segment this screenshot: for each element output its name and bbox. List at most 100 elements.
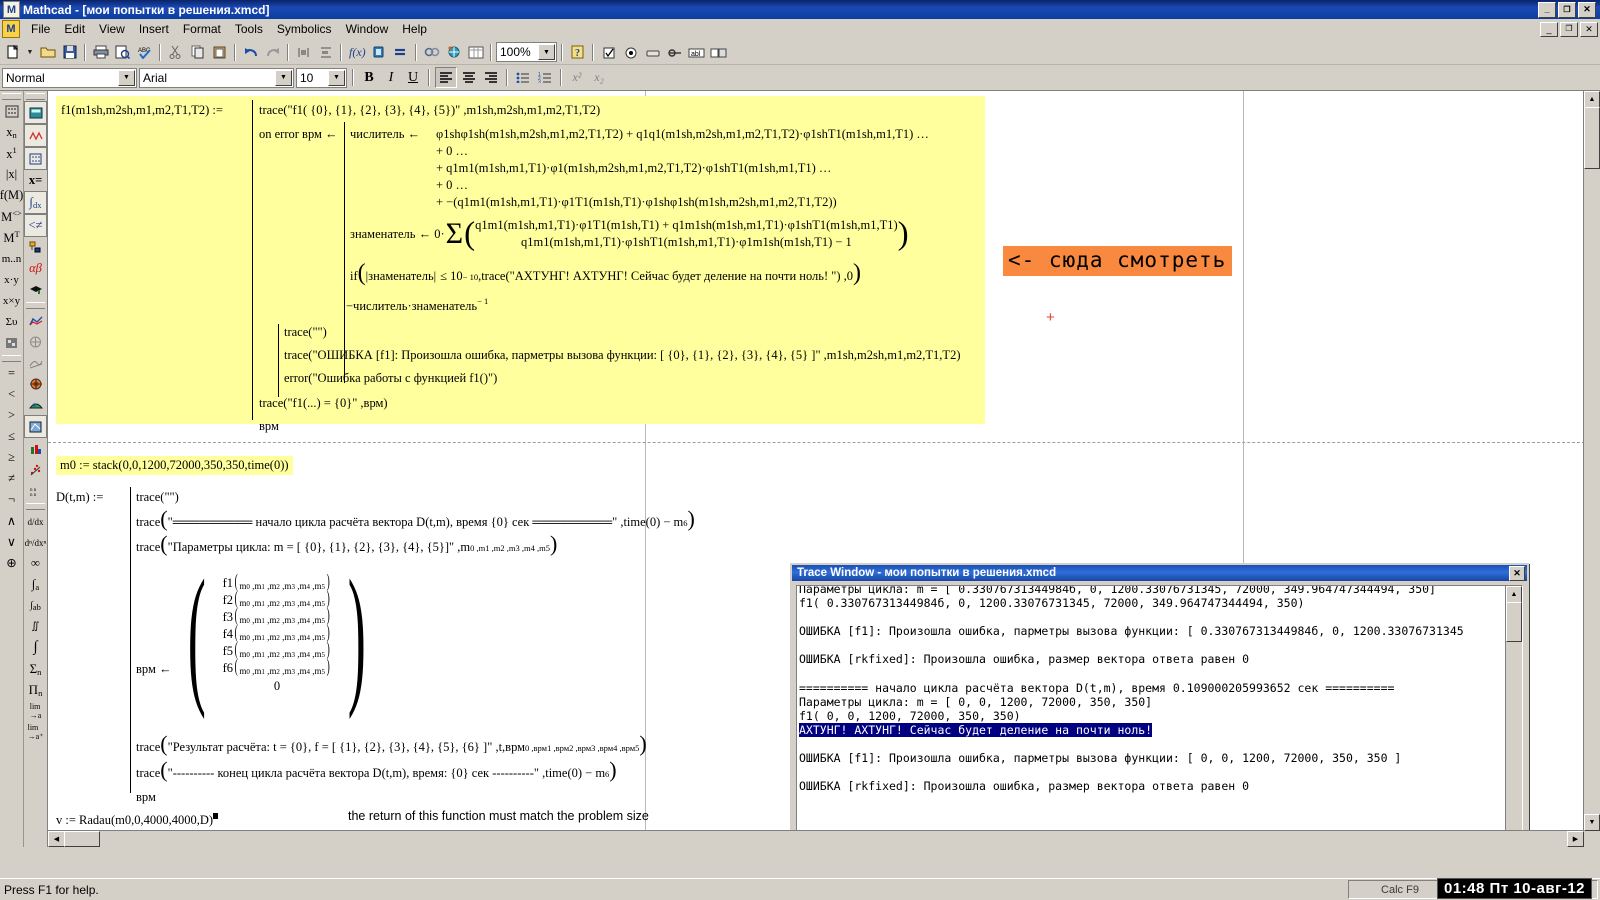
integral-icon[interactable]: ∫	[25, 637, 46, 658]
calculate-icon[interactable]	[390, 42, 411, 62]
align-down-icon[interactable]	[315, 42, 336, 62]
new-dropdown-icon[interactable]: ▼	[24, 42, 36, 62]
evaluation-icon[interactable]: x=	[25, 170, 46, 191]
range-variable-icon[interactable]: m..n	[1, 248, 22, 269]
picture-icon[interactable]	[1, 332, 22, 353]
trace-output-text[interactable]: Параметры цикла: m = [ 0.33076731344984б…	[799, 586, 1505, 847]
menu-edit[interactable]: Edit	[57, 20, 92, 38]
greater-equal-icon[interactable]: ≥	[1, 447, 22, 468]
vectorize-icon[interactable]: f(M)	[0, 185, 23, 206]
boolean-icon[interactable]: <≠	[24, 214, 47, 237]
numbered-list-button[interactable]: 123	[535, 68, 555, 87]
less-equal-icon[interactable]: ≤	[1, 426, 22, 447]
contour-plot-icon[interactable]	[25, 373, 46, 394]
trace-window-close-button[interactable]: ✕	[1509, 565, 1525, 581]
scroll-up-button[interactable]: ▲	[1506, 586, 1522, 603]
superscript-button[interactable]: x²	[567, 68, 587, 87]
infinity-icon[interactable]: ∞	[25, 553, 46, 574]
calculator-icon[interactable]	[24, 101, 47, 124]
worksheet-horizontal-scrollbar[interactable]: ◀ ▶	[48, 830, 1584, 847]
insert-matrix-table-icon[interactable]	[465, 42, 486, 62]
restore-button[interactable]: ❐	[1558, 1, 1576, 18]
product-icon[interactable]: Πn	[25, 679, 46, 700]
underline-button[interactable]: U	[403, 68, 423, 87]
palette-grip[interactable]	[26, 503, 45, 510]
zoom-select[interactable]: 100% ▼	[496, 42, 557, 62]
close-button[interactable]: ✕	[1578, 1, 1596, 18]
menu-file[interactable]: File	[24, 20, 57, 38]
indefinite-integral-icon[interactable]: ∬	[25, 616, 46, 637]
matrix-palette-icon[interactable]	[24, 147, 47, 170]
x-superscript-icon[interactable]: x1	[1, 143, 22, 164]
save-icon[interactable]	[59, 42, 80, 62]
programming-icon[interactable]	[25, 237, 46, 258]
help-icon[interactable]: ?	[567, 42, 588, 62]
print-icon[interactable]	[90, 42, 111, 62]
cross-product-icon[interactable]: x×y	[1, 290, 22, 311]
bold-button[interactable]: B	[359, 68, 379, 87]
align-left-button[interactable]	[435, 67, 457, 88]
listbox-control-icon[interactable]	[708, 42, 729, 62]
matrix-icon[interactable]	[1, 101, 22, 122]
doc-restore-button[interactable]: ❐	[1560, 21, 1578, 37]
worksheet-canvas[interactable]: f1(m1sh,m2sh,m1,m2,T1,T2) := trace("f1( …	[48, 91, 1600, 847]
data-plot-icon[interactable]: n nn n	[25, 480, 46, 501]
radau-region[interactable]: v := Radau(m0,0,4000,4000,D)	[56, 813, 219, 828]
chevron-down-icon[interactable]: ▼	[275, 69, 292, 86]
chevron-down-icon[interactable]: ▼	[538, 44, 555, 60]
align-across-icon[interactable]	[293, 42, 314, 62]
chevron-down-icon[interactable]: ▼	[118, 69, 135, 86]
f1-definition-region[interactable]: f1(m1sh,m2sh,m1,m2,T1,T2) := trace("f1( …	[56, 96, 985, 433]
absolute-value-icon[interactable]: |x|	[1, 164, 22, 185]
align-center-button[interactable]	[459, 68, 479, 87]
scroll-up-button[interactable]: ▲	[1584, 91, 1600, 108]
limit-right-icon[interactable]: lim →a⁺	[25, 721, 46, 742]
limit-icon[interactable]: lim →a	[25, 700, 46, 721]
textbox-control-icon[interactable]: abl	[686, 42, 707, 62]
scroll-right-button[interactable]: ▶	[1567, 831, 1584, 847]
align-right-button[interactable]	[481, 68, 501, 87]
menu-window[interactable]: Window	[339, 20, 396, 38]
insert-function-icon[interactable]: f(x)	[346, 42, 367, 62]
comment-return-size[interactable]: the return of this function must match t…	[348, 809, 649, 823]
minimize-button[interactable]: _	[1538, 1, 1556, 18]
doc-close-button[interactable]: ✕	[1580, 21, 1598, 37]
nth-derivative-icon[interactable]: dⁿ/dxⁿ	[25, 532, 47, 553]
paste-icon[interactable]	[209, 42, 230, 62]
vertical-scroll-thumb[interactable]	[1506, 602, 1522, 642]
equals-icon[interactable]: =	[1, 363, 22, 384]
new-document-icon[interactable]	[2, 42, 23, 62]
palette-grip[interactable]	[2, 355, 21, 362]
cut-icon[interactable]	[165, 42, 186, 62]
matrix-transpose-icon[interactable]: MT	[1, 227, 22, 248]
greek-icon[interactable]: αβ	[25, 258, 46, 279]
menu-help[interactable]: Help	[395, 20, 434, 38]
definite-integral-icon[interactable]: ∫ab	[25, 595, 46, 616]
not-icon[interactable]: ¬	[1, 489, 22, 510]
polar-plot-icon[interactable]	[25, 331, 46, 352]
3dscatter-plot-icon[interactable]	[24, 415, 47, 438]
insert-hyperlink-icon[interactable]	[421, 42, 442, 62]
xy-plot-icon[interactable]	[25, 310, 46, 331]
vector-field-icon[interactable]	[25, 438, 46, 459]
summation-icon[interactable]: Σn	[25, 658, 46, 679]
less-than-icon[interactable]: <	[1, 384, 22, 405]
undo-icon[interactable]	[240, 42, 261, 62]
print-preview-icon[interactable]	[112, 42, 133, 62]
trace-window-body[interactable]: Параметры цикла: m = [ 0.33076731344984б…	[796, 585, 1523, 847]
range-integral-icon[interactable]: ∫a	[25, 574, 46, 595]
or-icon[interactable]: ∨	[1, 531, 22, 552]
3dbar-plot-icon[interactable]	[25, 394, 46, 415]
scroll-left-button[interactable]: ◀	[48, 831, 65, 847]
open-icon[interactable]	[37, 42, 58, 62]
trace-vertical-scrollbar[interactable]: ▲ ▼	[1505, 586, 1522, 847]
matrix-superscript-icon[interactable]: M<>	[1, 206, 22, 227]
symbolic-icon[interactable]	[25, 279, 46, 300]
surface-plot-icon[interactable]	[25, 352, 46, 373]
radio-control-icon[interactable]	[620, 42, 641, 62]
x-sub-n-icon[interactable]: xn	[1, 122, 22, 143]
worksheet-vertical-scrollbar[interactable]: ▲ ▼	[1583, 91, 1600, 831]
3d-scatter-icon[interactable]	[25, 459, 46, 480]
palette-grip[interactable]	[26, 93, 45, 100]
chevron-down-icon[interactable]: ▼	[328, 69, 345, 86]
